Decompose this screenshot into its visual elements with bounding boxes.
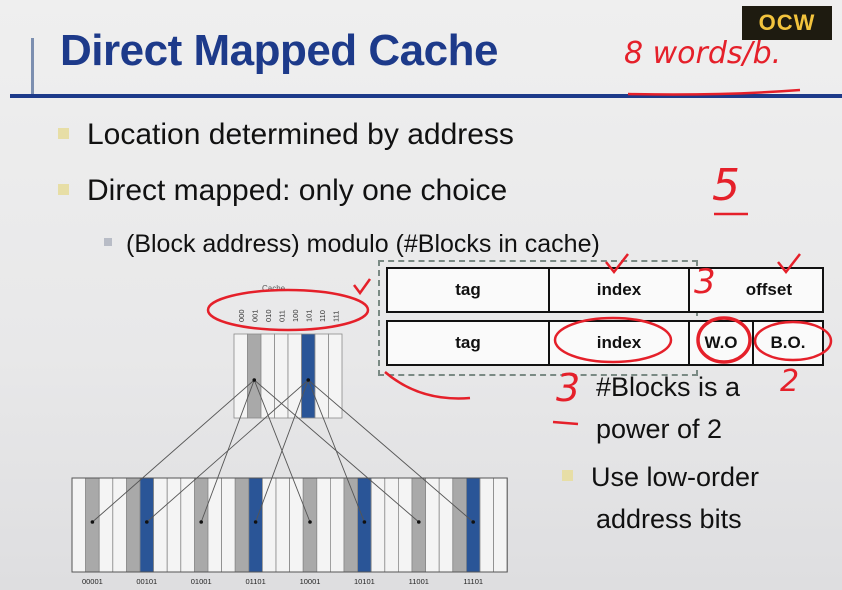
memory-block bbox=[479, 477, 495, 573]
memory-block bbox=[275, 477, 291, 573]
memory-block bbox=[465, 477, 481, 573]
memory-block bbox=[221, 477, 236, 573]
offset-checkmark bbox=[777, 253, 801, 275]
memory-block bbox=[112, 477, 127, 573]
memory-dot bbox=[253, 520, 258, 524]
memory-block bbox=[411, 477, 427, 573]
memory-block bbox=[384, 477, 399, 573]
memory-address-label: 01001 bbox=[191, 577, 212, 586]
memory-address-label: 11101 bbox=[463, 577, 483, 586]
memory-block bbox=[289, 477, 304, 573]
cache-index-label: 100 bbox=[291, 309, 300, 322]
memory-block bbox=[234, 477, 250, 573]
byte-offset-circle bbox=[753, 320, 833, 362]
three-underline bbox=[552, 420, 579, 426]
cache-dot bbox=[306, 378, 311, 382]
memory-dot bbox=[90, 520, 95, 524]
memory-dot bbox=[417, 520, 421, 524]
memory-block bbox=[261, 477, 277, 573]
memory-address-label: 01101 bbox=[245, 577, 265, 586]
cache-index-label: 011 bbox=[277, 310, 286, 322]
memory-block bbox=[452, 477, 467, 573]
memory-block bbox=[193, 477, 209, 573]
memory-block bbox=[370, 477, 386, 573]
cache-index-circle bbox=[206, 288, 370, 332]
cache-block bbox=[247, 333, 262, 419]
memory-dot bbox=[362, 520, 367, 524]
memory-address-label: 11001 bbox=[409, 577, 429, 586]
memory-block bbox=[425, 477, 440, 573]
memory-block bbox=[85, 477, 100, 573]
memory-block bbox=[329, 477, 345, 573]
cache-block bbox=[301, 333, 316, 419]
memory-address-label: 00101 bbox=[136, 577, 157, 586]
cache-index-label: 110 bbox=[318, 310, 327, 322]
cache-block bbox=[287, 333, 302, 419]
words-underline bbox=[627, 88, 801, 96]
memory-block bbox=[438, 477, 454, 573]
cache-block bbox=[233, 333, 248, 419]
memory-dot bbox=[145, 520, 149, 524]
cache-checkmark bbox=[353, 278, 372, 296]
index-circle bbox=[553, 316, 673, 364]
memory-dot bbox=[199, 520, 203, 524]
memory-block bbox=[139, 477, 155, 573]
memory-address-label: 10101 bbox=[354, 577, 375, 586]
cache-index-label: 111 bbox=[331, 311, 340, 322]
memory-dot bbox=[308, 520, 312, 524]
index-checkmark bbox=[605, 253, 629, 275]
memory-block bbox=[493, 477, 508, 573]
memory-block bbox=[397, 477, 413, 573]
cache-block bbox=[260, 333, 275, 419]
memory-block bbox=[207, 477, 223, 573]
word-offset-circle bbox=[696, 316, 752, 364]
cache-index-label: 010 bbox=[264, 309, 273, 322]
memory-address-label: 00001 bbox=[82, 577, 103, 586]
memory-address-label: 10001 bbox=[300, 577, 321, 586]
cache-dot bbox=[252, 378, 257, 382]
memory-block bbox=[248, 477, 263, 573]
cache-block bbox=[314, 333, 329, 419]
memory-block bbox=[166, 477, 182, 573]
memory-block bbox=[71, 477, 87, 573]
memory-block bbox=[126, 477, 141, 573]
cache-block bbox=[328, 333, 343, 419]
cache-block bbox=[274, 333, 289, 419]
memory-dot bbox=[471, 520, 476, 524]
cache-index-label: 000 bbox=[237, 309, 246, 322]
memory-block bbox=[153, 477, 168, 573]
memory-block bbox=[98, 477, 114, 573]
memory-block bbox=[180, 477, 195, 573]
cache-index-label: 101 bbox=[304, 309, 313, 322]
tag-underline bbox=[384, 371, 471, 400]
memory-block bbox=[302, 477, 318, 573]
cache-mapping-diagram: Cache 000 001 010 011 100 101 110 111 00001 0010… bbox=[71, 88, 833, 586]
memory-block bbox=[343, 477, 359, 573]
cache-index-label: 001 bbox=[250, 309, 259, 322]
memory-block bbox=[357, 477, 372, 573]
memory-block bbox=[316, 477, 331, 573]
slide: Direct Mapped Cache OCW Location determi… bbox=[0, 0, 842, 590]
